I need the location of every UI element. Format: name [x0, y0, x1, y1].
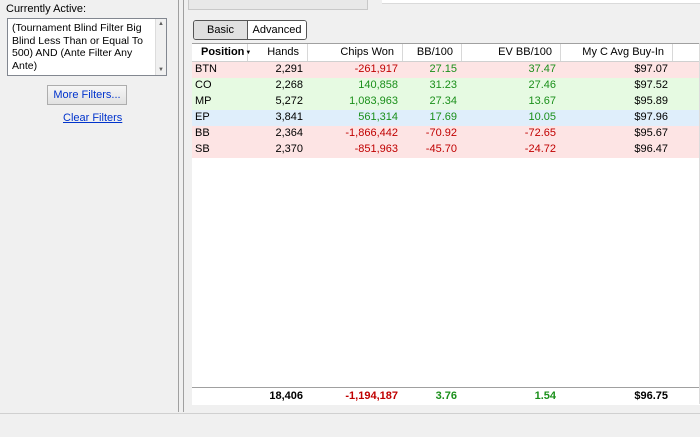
basic-view-button[interactable]: Basic [194, 21, 248, 39]
cell-chips-won: -851,963 [354, 143, 398, 155]
cell-position: SB [195, 143, 210, 155]
panel-splitter[interactable] [179, 0, 184, 412]
view-toggle: Basic Advanced [193, 20, 307, 40]
totals-hands: 18,406 [269, 390, 303, 402]
column-header-ev-bb100[interactable]: EV BB/100 [462, 44, 561, 61]
more-filters-button[interactable]: More Filters... [47, 85, 127, 105]
filter-scrollbar[interactable]: ▲ ▼ [155, 19, 166, 75]
active-filter-textbox[interactable]: (Tournament Blind Filter Big Blind Less … [7, 18, 167, 76]
table-row[interactable]: BB 2,364 -1,866,442 -70.92 -72.65 $95.67 [192, 126, 700, 142]
table-row[interactable]: SB 2,370 -851,963 -45.70 -24.72 $96.47 [192, 142, 700, 158]
cell-chips-won: 561,314 [358, 111, 398, 123]
cell-ev-bb100: 10.05 [528, 111, 556, 123]
clear-filters-link[interactable]: Clear Filters [63, 112, 122, 124]
cell-ev-bb100: 37.47 [528, 63, 556, 75]
column-header-chips-won[interactable]: Chips Won [308, 44, 403, 61]
cell-chips-won: 1,083,963 [349, 95, 398, 107]
top-toolbar-strip [188, 0, 368, 10]
scroll-up-arrow-icon[interactable]: ▲ [156, 19, 166, 29]
cell-avg-buyin: $95.67 [634, 127, 668, 139]
position-stats-table: Position▼ Hands Chips Won BB/100 EV BB/1… [192, 43, 700, 405]
cell-bb100: -70.92 [425, 127, 457, 139]
column-header-position[interactable]: Position▼ [192, 44, 251, 61]
totals-chips-won: -1,194,187 [345, 390, 398, 402]
cell-position: EP [195, 111, 210, 123]
scroll-down-arrow-icon[interactable]: ▼ [156, 65, 166, 75]
status-bar [0, 413, 700, 437]
table-row[interactable]: CO 2,268 140,858 31.23 27.46 $97.52 [192, 78, 700, 94]
cell-hands: 5,272 [275, 95, 303, 107]
cell-ev-bb100: -72.65 [524, 127, 556, 139]
column-header-bb100[interactable]: BB/100 [403, 44, 462, 61]
cell-avg-buyin: $96.47 [634, 143, 668, 155]
cell-hands: 2,370 [275, 143, 303, 155]
table-totals-row: 18,406 -1,194,187 3.76 1.54 $96.75 [192, 387, 700, 405]
cell-avg-buyin: $97.52 [634, 79, 668, 91]
cell-ev-bb100: 13.67 [528, 95, 556, 107]
totals-label [192, 388, 248, 405]
active-filter-text: (Tournament Blind Filter Big Blind Less … [12, 22, 143, 72]
advanced-view-button[interactable]: Advanced [248, 21, 306, 39]
cell-ev-bb100: 27.46 [528, 79, 556, 91]
cell-avg-buyin: $95.89 [634, 95, 668, 107]
totals-bb100: 3.76 [435, 390, 457, 402]
table-row[interactable]: MP 5,272 1,083,963 27.34 13.67 $95.89 [192, 94, 700, 110]
top-right-strip [382, 0, 700, 4]
table-row[interactable]: BTN 2,291 -261,917 27.15 37.47 $97.07 [192, 62, 700, 78]
table-row[interactable]: EP 3,841 561,314 17.69 10.05 $97.96 [192, 110, 700, 126]
cell-bb100: -45.70 [425, 143, 457, 155]
table-header: Position▼ Hands Chips Won BB/100 EV BB/1… [192, 44, 700, 62]
cell-bb100: 31.23 [429, 79, 457, 91]
cell-hands: 2,268 [275, 79, 303, 91]
cell-hands: 2,291 [275, 63, 303, 75]
cell-avg-buyin: $97.07 [634, 63, 668, 75]
cell-avg-buyin: $97.96 [634, 111, 668, 123]
cell-bb100: 27.15 [429, 63, 457, 75]
currently-active-label: Currently Active: [6, 3, 87, 15]
cell-bb100: 17.69 [429, 111, 457, 123]
cell-chips-won: -1,866,442 [345, 127, 398, 139]
column-header-hands[interactable]: Hands [248, 44, 308, 61]
totals-ev-bb100: 1.54 [534, 390, 556, 402]
filters-panel: Currently Active: (Tournament Blind Filt… [0, 0, 179, 412]
cell-position: MP [195, 95, 212, 107]
cell-position: CO [195, 79, 212, 91]
cell-hands: 2,364 [275, 127, 303, 139]
cell-bb100: 27.34 [429, 95, 457, 107]
cell-position: BB [195, 127, 210, 139]
totals-avg-buyin: $96.75 [634, 390, 668, 402]
cell-chips-won: -261,917 [354, 63, 398, 75]
cell-position: BTN [195, 63, 217, 75]
column-header-avg-buyin[interactable]: My C Avg Buy-In [561, 44, 673, 61]
cell-chips-won: 140,858 [358, 79, 398, 91]
cell-ev-bb100: -24.72 [524, 143, 556, 155]
cell-hands: 3,841 [275, 111, 303, 123]
